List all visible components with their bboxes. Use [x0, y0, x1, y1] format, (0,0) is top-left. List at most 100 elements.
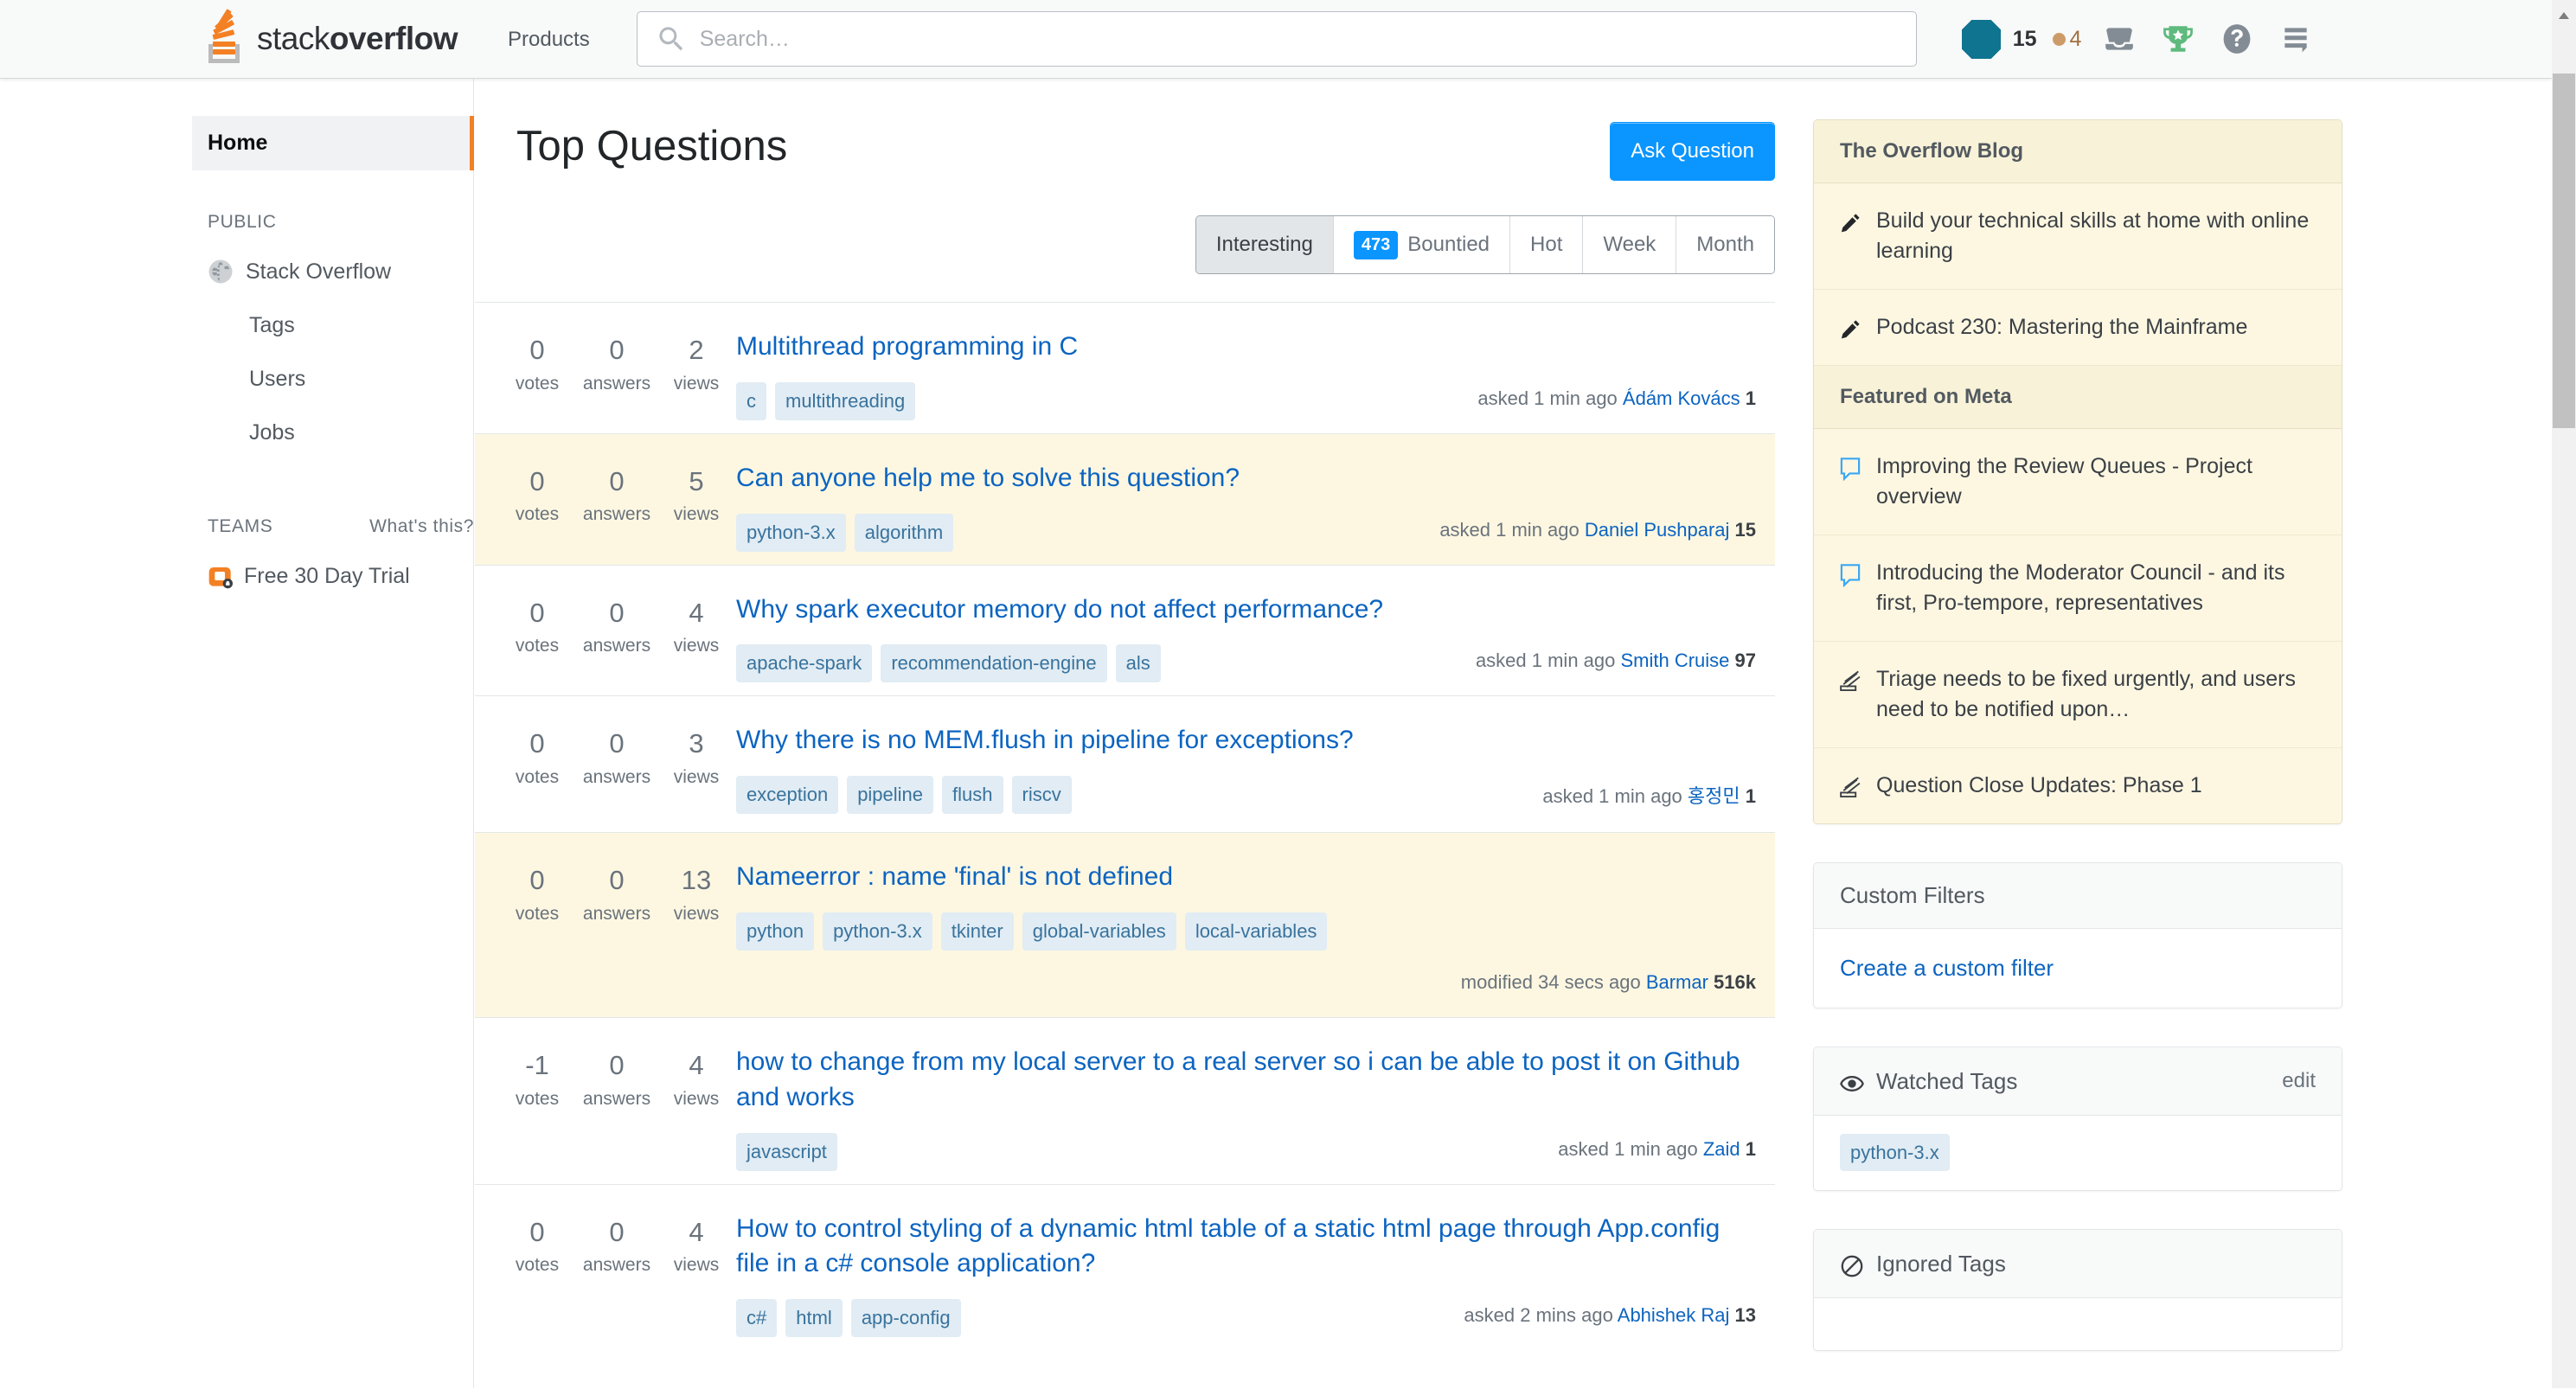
sidebar-item-stack-overflow[interactable]: Stack Overflow — [208, 245, 473, 298]
speech-bubble-icon — [1840, 564, 1861, 587]
question-author-reputation: 13 — [1729, 1304, 1756, 1327]
question-title-link[interactable]: Nameerror : name 'final' is not defined — [736, 860, 1756, 895]
stat-value: 13 — [681, 865, 712, 896]
speech-bubble-icon — [1840, 458, 1861, 481]
inbox-button[interactable] — [2090, 0, 2149, 79]
scrollbar-thumb[interactable] — [2553, 74, 2575, 428]
tag[interactable]: pipeline — [847, 776, 934, 815]
sidebar-item-users[interactable]: Users — [208, 352, 473, 406]
meta-item[interactable]: Question Close Updates: Phase 1 — [1814, 748, 2342, 823]
question-author-reputation: 1 — [1740, 387, 1756, 409]
hamburger-icon — [2284, 28, 2308, 53]
search-input[interactable] — [636, 11, 1917, 67]
question-author-link[interactable]: Abhishek Raj — [1618, 1304, 1730, 1326]
question-stats: 0 votes 0 answers 13 views — [475, 860, 736, 994]
question-body: Why there is no MEM.flush in pipeline fo… — [736, 723, 1775, 815]
featured-on-meta-title: Featured on Meta — [1840, 385, 2012, 408]
meta-item[interactable]: Triage needs to be fixed urgently, and u… — [1814, 642, 2342, 748]
question-body: how to change from my local server to a … — [736, 1045, 1775, 1171]
question-body: Why spark executor memory do not affect … — [736, 592, 1775, 683]
tag[interactable]: als — [1115, 644, 1161, 683]
stat-answers: 0 answers — [577, 335, 657, 410]
sidebar-item-label: Free 30 Day Trial — [244, 563, 410, 588]
tag[interactable]: global-variables — [1022, 912, 1176, 951]
whats-this-link[interactable]: What's this? — [369, 516, 474, 537]
achievements-button[interactable] — [2149, 0, 2208, 79]
question-author-link[interactable]: 홍정민 — [1688, 785, 1740, 807]
sidebar-item-free-trial[interactable]: Free 30 Day Trial — [208, 549, 473, 603]
question-title-link[interactable]: Why spark executor memory do not affect … — [736, 592, 1756, 628]
question-title-link[interactable]: Can anyone help me to solve this questio… — [736, 461, 1756, 496]
question-title-link[interactable]: Multithread programming in C — [736, 330, 1756, 365]
tag[interactable]: multithreading — [775, 381, 916, 420]
user-profile-link[interactable]: 15 4 — [1950, 0, 2091, 79]
meta-item[interactable]: Improving the Review Queues - Project ov… — [1814, 429, 2342, 535]
tab-hot[interactable]: Hot — [1509, 216, 1583, 273]
question-action-time: asked 1 min ago — [1542, 785, 1688, 808]
tag[interactable]: c# — [736, 1299, 778, 1338]
announcement-icon — [1840, 670, 1861, 692]
tag[interactable]: python-3.x — [823, 912, 932, 951]
tag[interactable]: python — [736, 912, 815, 951]
nav-products-link[interactable]: Products — [489, 0, 609, 79]
question-title-link[interactable]: How to control styling of a dynamic html… — [736, 1212, 1756, 1283]
tag[interactable]: local-variables — [1184, 912, 1328, 951]
tag[interactable]: html — [785, 1299, 843, 1338]
stat-label: votes — [515, 1255, 560, 1276]
sidebar-section-teams: TEAMS What's this? — [208, 516, 474, 537]
tab-interesting[interactable]: Interesting — [1195, 216, 1333, 273]
tag[interactable]: python-3.x — [736, 513, 846, 552]
question-author-reputation: 15 — [1729, 518, 1756, 541]
question-body: Nameerror : name 'final' is not defined p… — [736, 860, 1775, 994]
tab-week[interactable]: Week — [1582, 216, 1676, 273]
stat-views: 2 views — [657, 335, 736, 410]
question-row: 0 votes 0 answers 4 views Why spark executor m… — [475, 564, 1775, 696]
tag[interactable]: javascript — [736, 1132, 837, 1171]
question-author-link[interactable]: Barmar — [1646, 971, 1708, 993]
tag[interactable]: tkinter — [940, 912, 1014, 951]
scroll-up-arrow-icon[interactable] — [2559, 12, 2569, 19]
question-row: 0 votes 0 answers 5 views Can anyone help me t… — [475, 432, 1775, 565]
tag[interactable]: recommendation-engine — [881, 644, 1107, 683]
page-scrollbar[interactable] — [2552, 0, 2576, 1388]
stat-value: 0 — [529, 1216, 545, 1247]
tag[interactable]: riscv — [1011, 776, 1072, 815]
tab-bountied[interactable]: 473 Bountied — [1332, 216, 1510, 273]
question-author-link[interactable]: Smith Cruise — [1620, 650, 1729, 671]
question-title-link[interactable]: how to change from my local server to a … — [736, 1045, 1756, 1116]
tag[interactable]: c — [736, 381, 766, 420]
stat-value: 0 — [609, 1216, 625, 1247]
sidebar-item-home[interactable]: Home — [192, 116, 474, 170]
stat-answers: 0 answers — [577, 1050, 657, 1161]
tag[interactable]: flush — [942, 776, 1003, 815]
stack-overflow-logo[interactable]: stackoverflow — [195, 0, 470, 79]
watched-tags-edit-link[interactable]: edit — [2282, 1069, 2316, 1093]
sidebar-item-tags[interactable]: Tags — [208, 298, 473, 352]
meta-item[interactable]: Introducing the Moderator Council - and … — [1814, 535, 2342, 642]
bronze-badge-count: 4 — [2069, 26, 2082, 51]
blog-item[interactable]: Build your technical skills at home with… — [1814, 183, 2342, 290]
question-author-reputation: 1 — [1740, 1137, 1756, 1160]
site-switcher-button[interactable] — [2266, 0, 2325, 79]
tag[interactable]: exception — [736, 776, 839, 815]
question-title-link[interactable]: Why there is no MEM.flush in pipeline fo… — [736, 723, 1756, 759]
meta-item-text: Improving the Review Queues - Project ov… — [1876, 454, 2252, 509]
blog-item[interactable]: Podcast 230: Mastering the Mainframe — [1814, 290, 2342, 366]
question-author-link[interactable]: Zaid — [1703, 1138, 1740, 1160]
main-content: Top Questions Ask Question Interesting 4… — [475, 79, 1775, 1388]
stat-value: 0 — [529, 335, 545, 365]
watched-tag[interactable]: python-3.x — [1840, 1134, 1950, 1171]
create-custom-filter-link[interactable]: Create a custom filter — [1840, 955, 2054, 981]
sidebar-item-jobs[interactable]: Jobs — [208, 406, 473, 459]
tag[interactable]: algorithm — [854, 513, 954, 552]
question-action-time: modified 34 secs ago — [1460, 970, 1646, 993]
question-author-link[interactable]: Daniel Pushparaj — [1585, 519, 1730, 541]
question-author-link[interactable]: Ádám Kovács — [1623, 387, 1740, 409]
tab-month[interactable]: Month — [1676, 216, 1774, 273]
tag[interactable]: apache-spark — [736, 644, 873, 683]
question-filter-tabs-row: Interesting 473 Bountied Hot Week Month — [475, 215, 1775, 274]
tag[interactable]: app-config — [850, 1299, 961, 1338]
help-button[interactable] — [2208, 0, 2266, 79]
ask-question-button[interactable]: Ask Question — [1610, 122, 1775, 181]
bountied-count-badge: 473 — [1353, 230, 1399, 259]
